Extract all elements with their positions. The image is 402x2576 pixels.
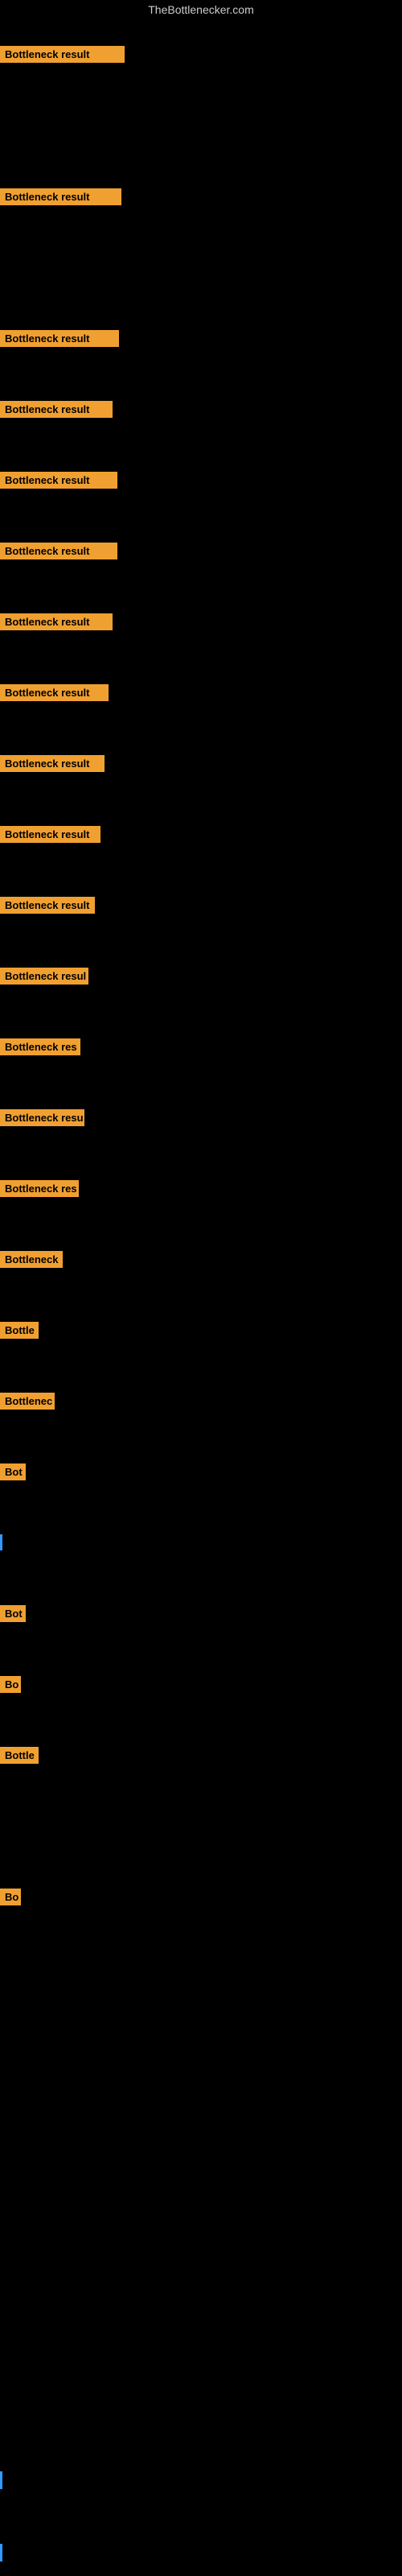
bottleneck-row: Bottleneck result (0, 684, 109, 705)
bottleneck-row: Bottleneck result (0, 472, 117, 493)
bottleneck-row: Bot (0, 1463, 26, 1484)
bottleneck-label: Bottleneck resul (0, 968, 88, 985)
bottleneck-row: Bottleneck resul (0, 968, 88, 989)
bottleneck-label: Bottleneck result (0, 897, 95, 914)
bottleneck-label: Bottle (0, 1322, 39, 1339)
bottleneck-label: Bottleneck res (0, 1180, 79, 1197)
bottleneck-label: Bottleneck result (0, 401, 113, 418)
blue-line-indicator (0, 2544, 2, 2562)
bottleneck-row: Bottleneck res (0, 1180, 79, 1201)
bottleneck-label: Bo (0, 1889, 21, 1905)
bottleneck-label: Bottleneck result (0, 613, 113, 630)
bottleneck-row: Bottleneck result (0, 46, 125, 67)
bottleneck-label: Bottleneck result (0, 472, 117, 489)
bottleneck-row: Bo (0, 1889, 21, 1909)
bottleneck-row: Bottleneck result (0, 826, 100, 847)
bottleneck-row: Bottleneck result (0, 330, 119, 351)
bottleneck-row: Bottleneck result (0, 897, 95, 918)
bottleneck-row: Bottleneck (0, 1251, 63, 1272)
bottleneck-label: Bottleneck result (0, 330, 119, 347)
bottleneck-label: Bottleneck result (0, 755, 105, 772)
bottleneck-row: Bottleneck resu (0, 1109, 84, 1130)
bottleneck-label: Bottleneck (0, 1251, 63, 1268)
bottleneck-label: Bottleneck result (0, 188, 121, 205)
bottleneck-row: Bottleneck res (0, 1038, 80, 1059)
bottleneck-label: Bottleneck result (0, 826, 100, 843)
bottleneck-label: Bottleneck result (0, 543, 117, 559)
bottleneck-row: Bottlenec (0, 1393, 55, 1414)
bottleneck-row: Bot (0, 1605, 26, 1626)
blue-line-indicator (0, 1534, 2, 1550)
blue-line-indicator (0, 2471, 2, 2489)
bottleneck-label: Bottleneck result (0, 684, 109, 701)
bottleneck-row: Bottleneck result (0, 401, 113, 422)
bottleneck-label: Bottleneck result (0, 46, 125, 63)
bottleneck-row: Bottle (0, 1322, 39, 1343)
bottleneck-label: Bot (0, 1605, 26, 1622)
bottleneck-label: Bottleneck resu (0, 1109, 84, 1126)
bottleneck-row: Bottleneck result (0, 188, 121, 209)
bottleneck-row: Bo (0, 1676, 21, 1697)
bottleneck-row: Bottleneck result (0, 755, 105, 776)
bottleneck-label: Bot (0, 1463, 26, 1480)
site-title: TheBottlenecker.com (0, 0, 402, 19)
bottleneck-label: Bottle (0, 1747, 39, 1764)
bottleneck-label: Bottleneck res (0, 1038, 80, 1055)
bottleneck-row: Bottleneck result (0, 613, 113, 634)
bottleneck-label: Bo (0, 1676, 21, 1693)
bottleneck-label: Bottlenec (0, 1393, 55, 1410)
bottleneck-row: Bottle (0, 1747, 39, 1768)
bottleneck-row: Bottleneck result (0, 543, 117, 564)
